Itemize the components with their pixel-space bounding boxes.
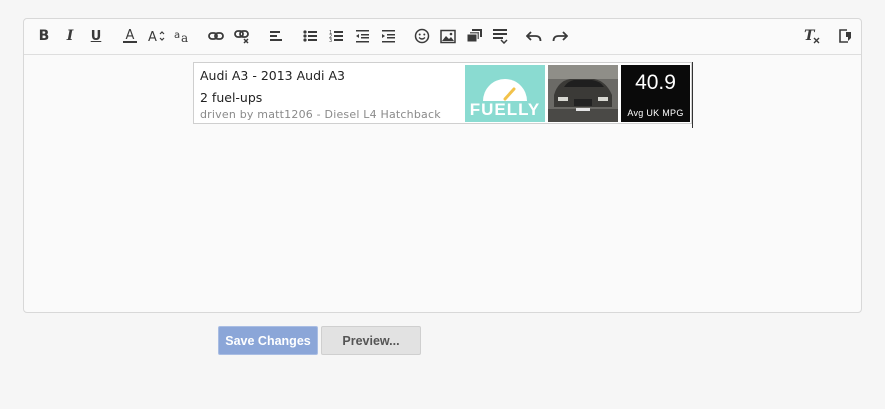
- redo-icon: [552, 31, 568, 42]
- font-family-icon: a a: [174, 30, 188, 44]
- italic-icon: I: [66, 28, 74, 44]
- underline-button[interactable]: U: [85, 25, 107, 47]
- bold-button[interactable]: B: [33, 25, 55, 47]
- rich-text-editor[interactable]: B I U A A a a 1 2 3 T Audi A3 - 2013 Aud…: [23, 18, 862, 313]
- outdent-button[interactable]: [351, 25, 373, 47]
- indent-icon: [381, 30, 395, 43]
- svg-text:a: a: [174, 30, 180, 41]
- numbered-list-icon: 1 2 3: [329, 30, 343, 43]
- align-button[interactable]: [265, 25, 287, 47]
- fuelly-logo: FUELLY: [465, 65, 545, 122]
- indent-button[interactable]: [377, 25, 399, 47]
- car-photo: [548, 65, 618, 122]
- bullet-list-button[interactable]: [299, 25, 321, 47]
- mpg-label: Avg UK MPG: [627, 108, 684, 118]
- driven-by-text: driven by matt1206 - Diesel L4 Hatchback: [200, 108, 441, 121]
- toggle-bbcode-button[interactable]: [834, 25, 856, 47]
- text-color-button[interactable]: A: [119, 25, 141, 47]
- toggle-bbcode-icon: [839, 29, 851, 43]
- save-changes-button[interactable]: Save Changes: [218, 326, 318, 355]
- mpg-panel: 40.9 Avg UK MPG: [621, 65, 690, 122]
- redo-button[interactable]: [549, 25, 571, 47]
- insert-link-button[interactable]: [205, 25, 227, 47]
- italic-button[interactable]: I: [59, 25, 81, 47]
- remove-formatting-button[interactable]: T: [801, 25, 823, 47]
- outdent-icon: [355, 30, 369, 43]
- svg-text:a: a: [181, 31, 188, 44]
- fuelly-signature-badge[interactable]: Audi A3 - 2013 Audi A3 2 fuel-ups driven…: [193, 62, 692, 124]
- link-icon: [208, 32, 224, 40]
- svg-text:A: A: [148, 30, 157, 44]
- svg-text:3: 3: [329, 38, 332, 43]
- unlink-icon: [234, 30, 249, 44]
- editor-toolbar: B I U A A a a 1 2 3 T: [24, 19, 861, 55]
- mpg-value: 40.9: [635, 71, 676, 94]
- fuel-ups-count: 2 fuel-ups: [200, 90, 263, 105]
- insert-image-button[interactable]: [437, 25, 459, 47]
- text-color-icon: A: [123, 28, 137, 43]
- smilies-button[interactable]: [411, 25, 433, 47]
- smiley-icon: [414, 28, 430, 44]
- image-icon: [440, 29, 456, 43]
- svg-text:T: T: [804, 28, 816, 44]
- insert-more-button[interactable]: [489, 25, 511, 47]
- underline-icon: U: [90, 28, 102, 44]
- media-icon: [466, 29, 482, 43]
- numbered-list-button[interactable]: 1 2 3: [325, 25, 347, 47]
- text-cursor: [692, 62, 693, 128]
- fuelly-logo-text: FUELLY: [469, 100, 541, 119]
- vehicle-title: Audi A3 - 2013 Audi A3: [200, 68, 345, 83]
- font-size-icon: A: [148, 30, 165, 44]
- bullet-list-icon: [302, 30, 317, 42]
- insert-icon: [493, 29, 508, 44]
- preview-button[interactable]: Preview...: [321, 326, 421, 355]
- undo-button[interactable]: [523, 25, 545, 47]
- editor-content[interactable]: Audi A3 - 2013 Audi A3 2 fuel-ups driven…: [24, 55, 861, 312]
- svg-text:A: A: [126, 28, 135, 43]
- font-family-button[interactable]: a a: [171, 25, 193, 47]
- undo-icon: [526, 31, 542, 42]
- remove-format-icon: T: [804, 28, 820, 44]
- insert-media-button[interactable]: [463, 25, 485, 47]
- align-left-icon: [270, 31, 282, 41]
- font-size-button[interactable]: A: [145, 25, 167, 47]
- remove-link-button[interactable]: [231, 25, 253, 47]
- bold-icon: B: [38, 28, 50, 44]
